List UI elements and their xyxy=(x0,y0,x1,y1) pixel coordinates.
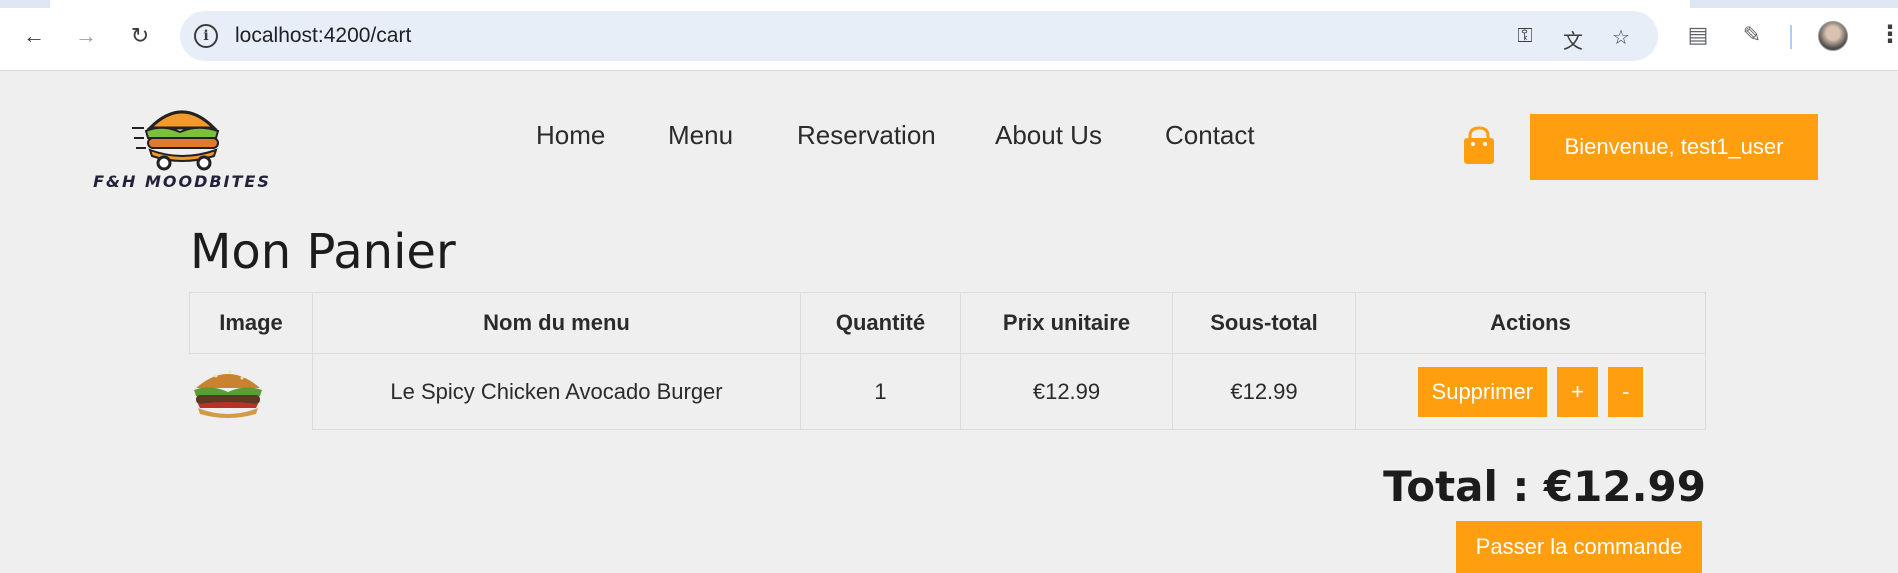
decrement-button[interactable]: - xyxy=(1608,366,1644,417)
nav-contact[interactable]: Contact xyxy=(1165,120,1255,151)
translate-icon[interactable]: 文 xyxy=(1560,25,1586,53)
col-header-unit-price: Prix unitaire xyxy=(960,292,1173,354)
product-unit-price: €12.99 xyxy=(960,353,1173,430)
site-info-icon[interactable]: i xyxy=(194,24,218,48)
browser-chrome: ← → ↻ i localhost:4200/cart ⚿ 文 ☆ ▤ ✎ ⋮ xyxy=(0,0,1898,71)
nav-menu[interactable]: Menu xyxy=(668,120,733,151)
table-header-row: Image Nom du menu Quantité Prix unitaire… xyxy=(189,292,1706,354)
product-actions: Supprimer + - xyxy=(1355,353,1706,430)
forward-icon[interactable]: → xyxy=(70,20,102,52)
menu-kebab-icon[interactable]: ⋮ xyxy=(1878,20,1898,52)
nav-about-us[interactable]: About Us xyxy=(995,120,1102,151)
cart-total: Total : €12.99 xyxy=(1383,462,1706,511)
table-row: Le Spicy Chicken Avocado Burger 1 €12.99… xyxy=(189,353,1706,430)
back-icon[interactable]: ← xyxy=(18,20,50,52)
url-text[interactable]: localhost:4200/cart xyxy=(235,24,411,48)
toolbar-divider xyxy=(1790,25,1792,49)
address-bar[interactable]: i localhost:4200/cart ⚿ 文 ☆ xyxy=(180,11,1658,61)
page-title: Mon Panier xyxy=(190,224,456,280)
nav-reservation[interactable]: Reservation xyxy=(797,120,936,151)
star-icon[interactable]: ☆ xyxy=(1608,25,1634,49)
reading-list-icon[interactable]: ▤ xyxy=(1684,22,1712,50)
col-header-subtotal: Sous-total xyxy=(1172,292,1356,354)
burger-image-icon xyxy=(193,370,262,418)
product-quantity: 1 xyxy=(800,353,961,430)
user-welcome-button[interactable]: Bienvenue, test1_user xyxy=(1530,114,1818,180)
col-header-quantity: Quantité xyxy=(800,292,961,354)
cart-table: Image Nom du menu Quantité Prix unitaire… xyxy=(189,292,1706,430)
col-header-actions: Actions xyxy=(1355,292,1706,354)
extensions-icon[interactable]: ✎ xyxy=(1738,22,1766,50)
reload-icon[interactable]: ↻ xyxy=(124,20,156,52)
site-logo[interactable]: F&H MOODBITES xyxy=(92,98,272,194)
checkout-button[interactable]: Passer la commande xyxy=(1456,521,1702,573)
key-icon[interactable]: ⚿ xyxy=(1512,25,1538,47)
nav-home[interactable]: Home xyxy=(536,120,605,151)
shopping-bag-icon[interactable] xyxy=(1462,126,1496,166)
col-header-image: Image xyxy=(189,292,313,354)
remove-button[interactable]: Supprimer xyxy=(1417,366,1548,417)
tab-strip xyxy=(0,0,1898,8)
logo-text: F&H MOODBITES xyxy=(93,172,271,191)
product-image xyxy=(189,353,313,430)
burger-logo-icon xyxy=(132,110,220,171)
profile-avatar[interactable] xyxy=(1818,21,1848,51)
product-subtotal: €12.99 xyxy=(1172,353,1356,430)
col-header-name: Nom du menu xyxy=(312,292,801,354)
increment-button[interactable]: + xyxy=(1557,366,1598,417)
product-name: Le Spicy Chicken Avocado Burger xyxy=(312,353,801,430)
